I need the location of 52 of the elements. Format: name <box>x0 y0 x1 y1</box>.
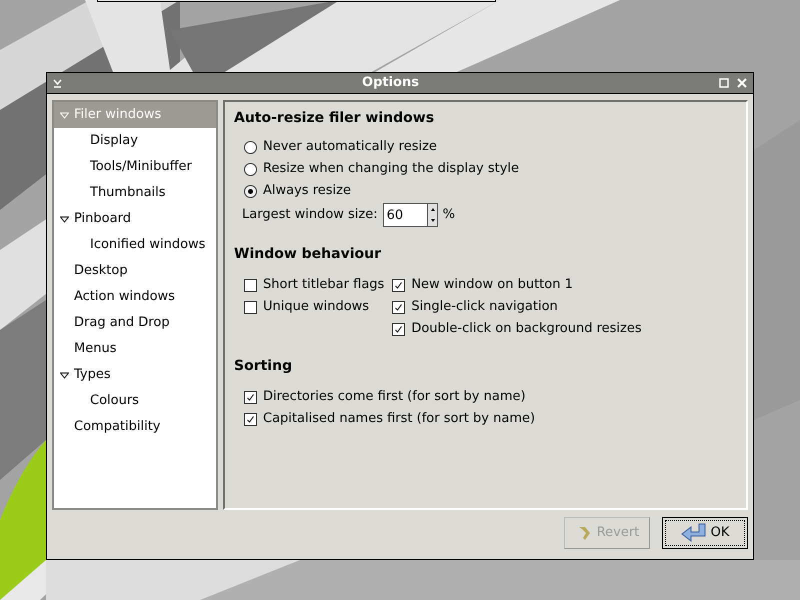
tree-item[interactable]: Tools/Minibuffer <box>70 154 216 180</box>
radio-button[interactable] <box>244 162 257 176</box>
field-label: Largest window size: <box>242 206 378 224</box>
checkbox[interactable] <box>244 412 257 426</box>
radio-button[interactable] <box>244 184 257 198</box>
tree-item[interactable]: Menus <box>54 336 216 362</box>
expander-icon[interactable] <box>60 214 68 224</box>
checkbox[interactable] <box>392 278 406 292</box>
option-label: Resize when changing the display style <box>263 160 520 178</box>
number-field[interactable]: 60 <box>382 203 427 227</box>
checkmark-icon <box>246 414 255 424</box>
tree-item[interactable]: Types <box>54 362 216 388</box>
maximize-icon[interactable] <box>719 78 729 88</box>
checkmark-icon <box>394 324 404 334</box>
option-label: Always resize <box>263 182 351 200</box>
option-label: Unique windows <box>263 298 370 316</box>
option-label: Directories come first (for sort by name) <box>263 388 526 406</box>
checkmark-icon <box>246 392 255 402</box>
section-heading: Sorting <box>234 356 294 376</box>
tree-item[interactable]: Compatibility <box>54 414 216 440</box>
option-label: Short titlebar flags <box>263 276 384 294</box>
tree-item[interactable]: Drag and Drop <box>54 310 216 336</box>
option-label: Never automatically resize <box>263 138 437 156</box>
ok-button[interactable]: OK <box>662 517 748 549</box>
tree-item[interactable]: Action windows <box>54 284 216 310</box>
tree-item[interactable]: Thumbnails <box>70 180 216 206</box>
section-heading: Auto-resize filer windows <box>234 108 436 128</box>
tree-item[interactable]: Pinboard <box>54 206 216 232</box>
tree-item[interactable]: Desktop <box>54 258 216 284</box>
checkbox[interactable] <box>392 300 406 314</box>
checkmark-icon <box>394 302 404 312</box>
option-label: Capitalised names first (for sort by name) <box>263 410 536 428</box>
tree-item[interactable]: Display <box>70 128 216 154</box>
tree-item[interactable]: Iconified windows <box>70 232 216 258</box>
window-title: Options <box>362 74 419 92</box>
checkbox[interactable] <box>244 390 257 404</box>
checkbox[interactable] <box>244 300 257 314</box>
window-menu-icon[interactable] <box>53 78 62 88</box>
enter-arrow-icon <box>680 523 707 543</box>
radio-button[interactable] <box>244 140 257 154</box>
close-icon[interactable] <box>737 78 747 88</box>
section-heading: Window behaviour <box>234 244 382 264</box>
spin-buttons[interactable] <box>426 203 438 227</box>
option-label: New window on button 1 <box>411 276 573 294</box>
option-label: Single-click navigation <box>411 298 558 316</box>
checkbox[interactable] <box>244 278 257 292</box>
expander-icon[interactable] <box>60 370 68 380</box>
unit-label: % <box>442 206 455 224</box>
tree-item[interactable]: Colours <box>70 388 216 414</box>
option-label: Double-click on background resizes <box>411 320 642 338</box>
checkbox[interactable] <box>392 322 406 336</box>
checkmark-icon <box>394 280 404 290</box>
